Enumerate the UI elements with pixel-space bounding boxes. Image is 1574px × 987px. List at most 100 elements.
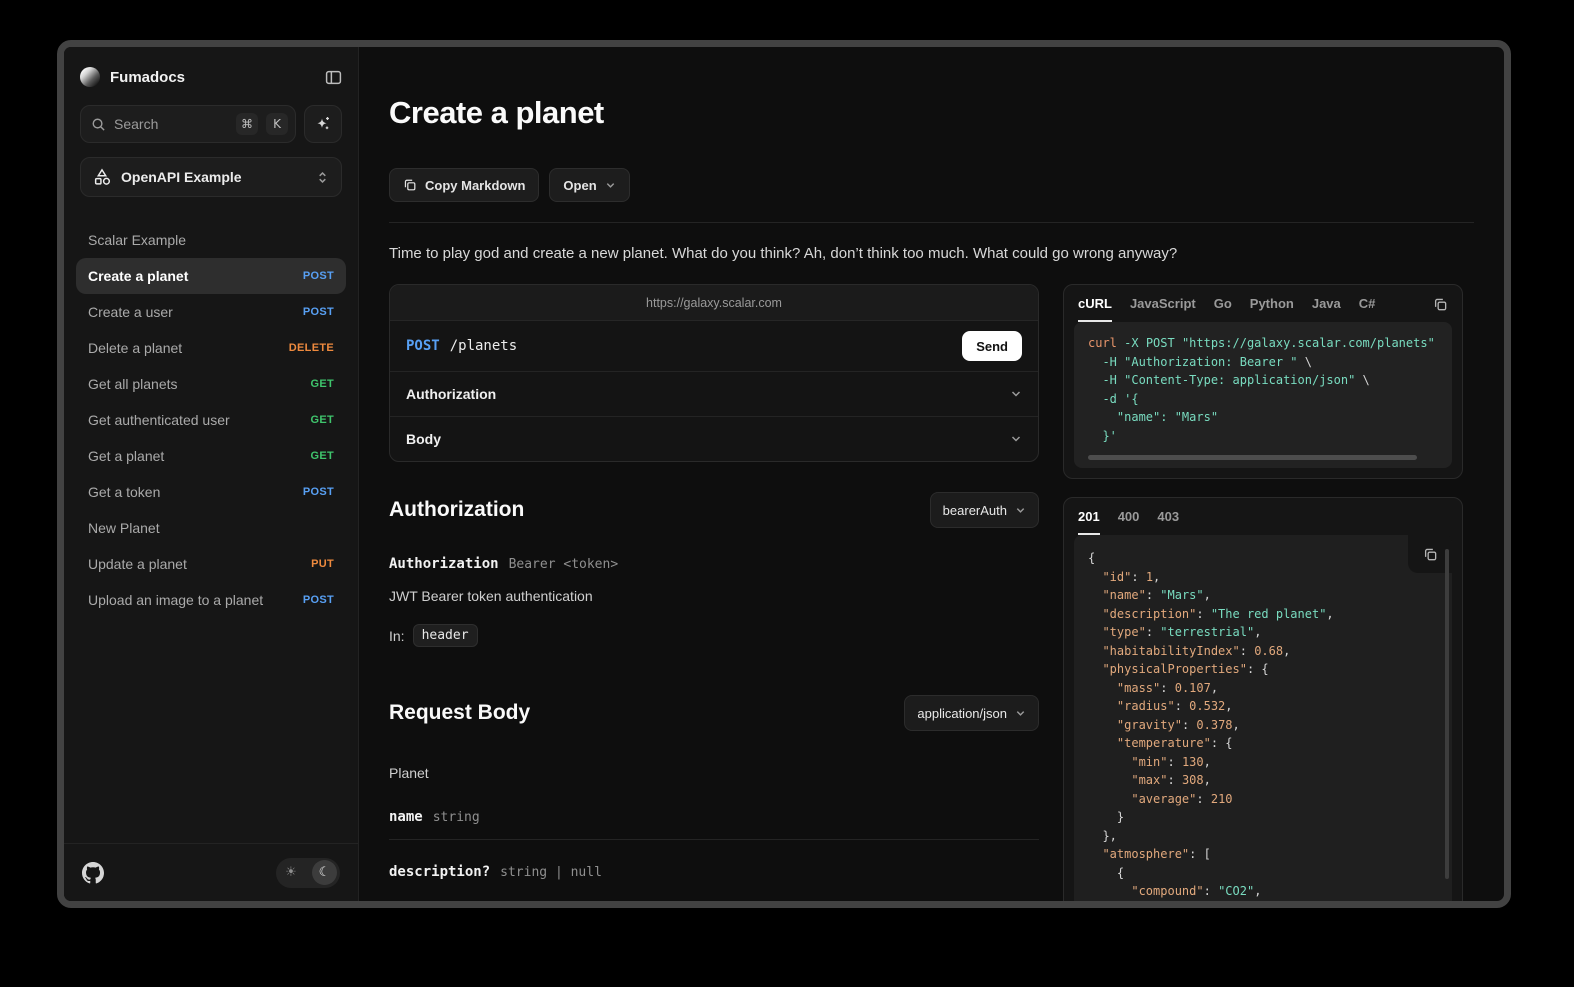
status-tabs: 201 400 403 bbox=[1078, 509, 1448, 535]
in-value-chip: header bbox=[413, 624, 478, 647]
sidebar-item-create-a-planet[interactable]: Create a planetPOST bbox=[76, 258, 346, 294]
moon-icon: ☾ bbox=[312, 860, 337, 885]
copy-markdown-label: Copy Markdown bbox=[425, 178, 525, 193]
sidebar-item-label: Create a user bbox=[88, 304, 173, 320]
code-examples-panel: cURL JavaScript Go Python Java C# curl -X POS… bbox=[1063, 284, 1463, 479]
auth-param-value: Bearer <token> bbox=[509, 557, 619, 572]
authorization-accordion[interactable]: Authorization bbox=[390, 371, 1038, 416]
sidebar-nav: Scalar ExampleCreate a planetPOSTCreate … bbox=[64, 222, 358, 843]
copy-code-button[interactable] bbox=[1433, 297, 1448, 321]
search-icon bbox=[91, 117, 106, 132]
in-label: In: bbox=[389, 628, 405, 644]
status-tab-400[interactable]: 400 bbox=[1118, 509, 1140, 535]
workspace-selector[interactable]: OpenAPI Example bbox=[80, 157, 342, 197]
copy-icon bbox=[403, 178, 417, 192]
doc-column: https://galaxy.scalar.com POST /planets … bbox=[389, 284, 1039, 880]
response-panel: 201 400 403 { "id": 1, "name": "Mars", "de… bbox=[1063, 497, 1463, 901]
sidebar-item-label: Scalar Example bbox=[88, 232, 186, 248]
sidebar-collapse-button[interactable] bbox=[325, 69, 342, 86]
code-line: { bbox=[1088, 549, 1438, 568]
sidebar-item-get-a-token[interactable]: Get a token POST bbox=[76, 474, 346, 510]
sidebar-item-new-planet[interactable]: New Planet bbox=[76, 510, 346, 546]
brand-title: Fumadocs bbox=[110, 69, 315, 86]
body-accordion-label: Body bbox=[406, 431, 441, 447]
code-line: "gravity": 0.378, bbox=[1088, 716, 1438, 735]
auth-in-row: In: header bbox=[389, 624, 1039, 647]
sun-icon: ☀ bbox=[279, 865, 303, 880]
path-label: /planets bbox=[450, 338, 952, 354]
content-type-selector[interactable]: application/json bbox=[904, 695, 1039, 731]
status-tabs-row: 201 400 403 bbox=[1064, 498, 1462, 535]
sidebar-item-label: Get a token bbox=[88, 484, 160, 500]
code-line: } bbox=[1088, 808, 1438, 827]
schema-name: Planet bbox=[389, 765, 1039, 781]
sidebar-item-create-a-user[interactable]: Create a userPOST bbox=[76, 294, 346, 330]
code-line: "compound": "CO2", bbox=[1088, 882, 1438, 901]
field-name: name bbox=[389, 809, 423, 825]
search-input[interactable]: Search ⌘ K bbox=[80, 105, 296, 143]
code-line: "id": 1, bbox=[1088, 568, 1438, 587]
sidebar-item-label: New Planet bbox=[88, 520, 160, 536]
send-button[interactable]: Send bbox=[962, 331, 1022, 361]
language-tab-go[interactable]: Go bbox=[1214, 296, 1232, 322]
status-tab-201[interactable]: 201 bbox=[1078, 509, 1100, 535]
endpoint-description: Time to play god and create a new planet… bbox=[389, 245, 1474, 262]
code-line: "mass": 0.107, bbox=[1088, 679, 1438, 698]
sidebar-item-scalar-example[interactable]: Scalar Example bbox=[76, 222, 346, 258]
github-link[interactable] bbox=[82, 862, 104, 884]
open-dropdown-button[interactable]: Open bbox=[549, 168, 629, 202]
sidebar-item-upload-an-image-to-a-planet[interactable]: Upload an image to a planetPOST bbox=[76, 582, 346, 618]
code-line: -d '{ bbox=[1088, 390, 1438, 409]
language-tab-java[interactable]: Java bbox=[1312, 296, 1341, 322]
sidebar-item-get-all-planets[interactable]: Get all planets GET bbox=[76, 366, 346, 402]
sidebar-item-label: Create a planet bbox=[88, 268, 188, 284]
method-badge: GET bbox=[310, 378, 334, 390]
horizontal-scrollbar[interactable] bbox=[1088, 455, 1417, 460]
sidebar-item-update-a-planet[interactable]: Update a planetPUT bbox=[76, 546, 346, 582]
field-row: description? string | null bbox=[389, 864, 1039, 880]
language-tab-curl[interactable]: cURL bbox=[1078, 296, 1112, 322]
status-tab-403[interactable]: 403 bbox=[1157, 509, 1179, 535]
language-tab-python[interactable]: Python bbox=[1250, 296, 1294, 322]
chevron-down-icon bbox=[1015, 708, 1026, 719]
chevron-down-icon bbox=[1010, 388, 1022, 400]
method-label: POST bbox=[406, 338, 440, 354]
body-accordion[interactable]: Body bbox=[390, 416, 1038, 461]
code-line: "name": "Mars" bbox=[1088, 408, 1438, 427]
code-line: "radius": 0.532, bbox=[1088, 697, 1438, 716]
language-tab-javascript[interactable]: JavaScript bbox=[1130, 296, 1196, 322]
sidebar-item-get-authenticated-user[interactable]: Get authenticated userGET bbox=[76, 402, 346, 438]
sidebar-item-get-a-planet[interactable]: Get a planetGET bbox=[76, 438, 346, 474]
auth-scheme-selector[interactable]: bearerAuth bbox=[930, 492, 1039, 528]
method-badge: POST bbox=[303, 486, 334, 498]
method-badge: POST bbox=[303, 594, 334, 606]
response-code-block: { "id": 1, "name": "Mars", "description"… bbox=[1074, 535, 1452, 901]
language-tabs: cURL JavaScript Go Python Java C# bbox=[1078, 296, 1433, 322]
workspace-label: OpenAPI Example bbox=[121, 169, 306, 185]
theme-toggle[interactable]: ☀ ☾ bbox=[276, 858, 340, 888]
kbd-k: K bbox=[266, 113, 288, 135]
copy-markdown-button[interactable]: Copy Markdown bbox=[389, 168, 539, 202]
vertical-scrollbar[interactable] bbox=[1445, 549, 1449, 879]
open-label: Open bbox=[563, 178, 596, 193]
code-line: curl -X POST "https://galaxy.scalar.com/… bbox=[1088, 334, 1438, 353]
language-tab-c[interactable]: C# bbox=[1359, 296, 1376, 322]
sidebar-item-delete-a-planet[interactable]: Delete a planetDELETE bbox=[76, 330, 346, 366]
method-badge: PUT bbox=[311, 558, 334, 570]
code-line: "max": 308, bbox=[1088, 771, 1438, 790]
copy-icon bbox=[1433, 297, 1448, 312]
app-window: Fumadocs Search ⌘ K bbox=[57, 40, 1511, 908]
kbd-cmd: ⌘ bbox=[236, 113, 258, 135]
code-lines: curl -X POST "https://galaxy.scalar.com/… bbox=[1088, 334, 1438, 445]
fumadocs-logo-icon bbox=[80, 67, 100, 87]
request-body-heading: Request Body bbox=[389, 701, 530, 725]
example-column: cURL JavaScript Go Python Java C# curl -X POS… bbox=[1063, 284, 1463, 901]
search-placeholder: Search bbox=[114, 116, 228, 132]
code-line: "atmosphere": [ bbox=[1088, 845, 1438, 864]
chevron-down-icon bbox=[605, 180, 616, 191]
ai-assistant-button[interactable] bbox=[304, 105, 342, 143]
sidebar-item-label: Get all planets bbox=[88, 376, 178, 392]
sidebar-footer: ☀ ☾ bbox=[64, 843, 358, 901]
base-url-selector[interactable]: https://galaxy.scalar.com bbox=[390, 285, 1038, 321]
api-playground: https://galaxy.scalar.com POST /planets … bbox=[389, 284, 1039, 462]
